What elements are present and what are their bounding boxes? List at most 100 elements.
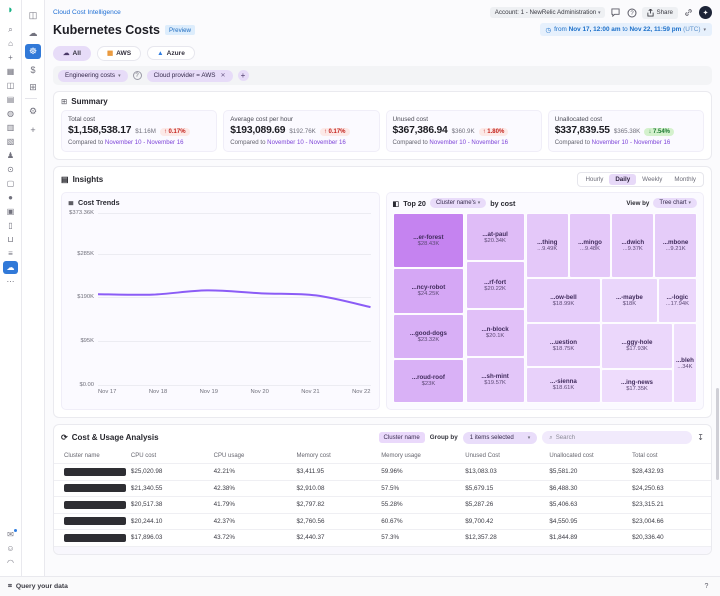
filter-help-icon[interactable]: ? xyxy=(132,71,142,80)
feedback-topbar-icon[interactable] xyxy=(610,7,621,18)
treemap-cell[interactable]: ...ncy-robot $24.25K xyxy=(392,267,465,315)
treemap-cell-name: ...rf-fort xyxy=(484,278,507,286)
treemap-cell[interactable]: ...-maybe $18K xyxy=(601,277,658,324)
treemap-cell[interactable]: ...sh-mint $19.57K xyxy=(465,356,525,403)
nav-cloud-icon[interactable]: ☁ xyxy=(3,261,18,274)
tab-all[interactable]: ☁ All xyxy=(53,45,91,61)
group-by-select[interactable]: 1 items selected ▾ xyxy=(462,431,538,444)
support-icon[interactable]: ◠ xyxy=(3,556,18,569)
granularity-monthly[interactable]: Monthly xyxy=(668,174,702,185)
ccm-cloud-sync-icon[interactable]: ☁ xyxy=(25,26,41,41)
compared-range-link[interactable]: November 10 - November 16 xyxy=(267,139,346,146)
top20-by-cost-label: by cost xyxy=(490,198,516,208)
ccm-overview-icon[interactable]: ◫ xyxy=(25,8,41,23)
table-row[interactable]: $21,340.55 42.38% $2,910.08 57.5% $5,679.15 $… xyxy=(54,479,711,496)
nav-more-icon[interactable]: ⋯ xyxy=(3,275,18,288)
newrelic-logo[interactable]: ◗ xyxy=(4,4,17,17)
page-scrollbar[interactable] xyxy=(716,388,719,480)
granularity-hourly[interactable]: Hourly xyxy=(579,174,609,185)
nav-infra-icon[interactable]: ≡ xyxy=(3,247,18,260)
invite-user-icon[interactable]: ☺ xyxy=(3,542,18,555)
query-your-data-button[interactable]: ⌗ Query your data xyxy=(8,583,68,591)
time-range-picker[interactable]: ◷ from Nov 17, 12:00 am to Nov 22, 11:59… xyxy=(539,23,712,36)
compared-range-link[interactable]: November 10 - November 16 xyxy=(592,139,671,146)
nav-file-icon[interactable]: ▥ xyxy=(3,121,18,134)
treemap-cell[interactable]: ...thing ...9.49K xyxy=(525,213,569,278)
treemap-cell[interactable]: ...ggy-hole $17.93K xyxy=(601,323,673,369)
column-header: CPU usage xyxy=(213,452,245,459)
treemap-cell-name: ...n-block xyxy=(481,326,509,334)
table-row[interactable]: $20,517.38 41.79% $2,797.82 55.28% $5,287.26… xyxy=(54,496,711,513)
treemap-cell[interactable]: ...n-block $20.1K xyxy=(465,309,525,357)
breadcrumb[interactable]: Cloud Cost Intelligence xyxy=(53,9,121,16)
table-search-input[interactable]: ⌕ Search xyxy=(542,431,693,444)
cost-trends-panel: ≣ Cost Trends $373.36K $285K $190K $95K $0.0… xyxy=(61,192,380,410)
table-cell: $5,581.20 xyxy=(549,468,578,476)
treemap-cell-name: ...sh-mint xyxy=(481,373,509,381)
treemap-cell[interactable]: ...ow-bell $18.99K xyxy=(525,277,602,324)
compared-range-link[interactable]: November 10 - November 16 xyxy=(429,139,508,146)
nav-globe-icon[interactable]: ◍ xyxy=(3,107,18,120)
granularity-daily[interactable]: Daily xyxy=(609,174,637,185)
nav-docs-icon[interactable]: ◫ xyxy=(3,79,18,92)
treemap-cell[interactable]: ...good-dogs $23.32K xyxy=(392,314,465,359)
remove-filter-icon[interactable]: ✕ xyxy=(220,72,225,79)
table-row[interactable]: $17,896.03 43.72% $2,440.37 57.3% $12,357.28… xyxy=(54,529,711,546)
nav-user-icon[interactable]: ♟ xyxy=(3,149,18,162)
granularity-weekly[interactable]: Weekly xyxy=(636,174,668,185)
summary-card-value: $367,386.94 xyxy=(392,125,448,136)
nav-workflows-icon[interactable]: ▧ xyxy=(3,135,18,148)
tab-aws[interactable]: ▦ AWS xyxy=(96,45,142,61)
query-bar: ⌗ Query your data ? xyxy=(0,576,720,596)
treemap-cell-name: ...at-paul xyxy=(482,230,508,238)
nav-package-icon[interactable]: ▢ xyxy=(3,177,18,190)
ccm-integrations-icon[interactable]: ⊞ xyxy=(25,80,41,95)
treemap-cell[interactable]: ...-sienna $18.61K xyxy=(525,366,602,403)
table-cell: 41.79% xyxy=(213,501,236,509)
account-switcher[interactable]: Account: 1 - NewRelic Administration ▾ xyxy=(489,7,606,18)
nav-home-icon[interactable]: ⌂ xyxy=(3,37,18,50)
help-icon[interactable]: ? xyxy=(626,7,637,18)
ai-assistant-button[interactable]: ✦ xyxy=(699,6,712,19)
treemap-cell[interactable]: ...uestion $18.75K xyxy=(525,323,602,367)
table-row[interactable]: $25,020.98 42.21% $3,411.95 59.96% $13,083.0… xyxy=(54,463,711,480)
nav-status-icon[interactable]: ● xyxy=(3,191,18,204)
treemap-cell[interactable]: ...dwich ...9.37K xyxy=(611,213,655,278)
nav-search-icon[interactable]: ⌕ xyxy=(3,23,18,36)
nav-browser-icon[interactable]: ▣ xyxy=(3,205,18,218)
footer-help-icon[interactable]: ? xyxy=(701,581,712,592)
share-button[interactable]: Share xyxy=(642,6,678,19)
ccm-kubernetes-costs-icon[interactable]: ☸ xyxy=(25,44,41,59)
ccm-settings-icon[interactable]: ⚙ xyxy=(25,104,41,119)
nav-inbox-icon[interactable]: ⊔ xyxy=(3,233,18,246)
treemap-cell[interactable]: ...ing-news $17.35K xyxy=(601,368,673,403)
treemap-cell[interactable]: ...at-paul $20.34K xyxy=(465,213,525,262)
ccm-add-icon[interactable]: + xyxy=(25,122,41,137)
nav-mobile-icon[interactable]: ▯ xyxy=(3,219,18,232)
treemap-cell[interactable]: ...mingo ...9.48K xyxy=(568,213,612,278)
treemap-cell[interactable]: ...mbone ...9.21K xyxy=(654,213,697,278)
treemap-cell[interactable]: ...bleh ...34K xyxy=(672,323,697,403)
treemap-cell[interactable]: ...-logic ...17.94K xyxy=(657,277,697,324)
top20-dimension-dropdown[interactable]: Cluster name's ▾ xyxy=(429,198,487,208)
ccm-costs-icon[interactable]: $ xyxy=(25,62,41,77)
treemap-cell[interactable]: ...er-forest $28.43K xyxy=(392,213,465,268)
add-filter-button[interactable]: + xyxy=(237,70,249,81)
nav-apps-icon[interactable]: ▦ xyxy=(3,65,18,78)
table-row[interactable]: $20,244.10 42.37% $2,760.56 60.67% $9,700.42… xyxy=(54,512,711,529)
nav-alerts-icon[interactable]: ⊙ xyxy=(3,163,18,176)
copy-link-icon[interactable] xyxy=(683,7,694,18)
table-cell: $1,844.89 xyxy=(549,534,578,542)
download-icon[interactable]: ↧ xyxy=(697,433,704,442)
nav-dashboards-icon[interactable]: ▤ xyxy=(3,93,18,106)
summary-section: ⊞ Summary Total cost $1,158,538.17 $1.16M ↑… xyxy=(53,91,712,160)
view-mode-dropdown[interactable]: Tree chart ▾ xyxy=(653,198,697,208)
nav-add-icon[interactable]: + xyxy=(3,51,18,64)
filter-chip-cloud-provider[interactable]: Cloud provider = AWS ✕ xyxy=(146,69,233,82)
compared-range-link[interactable]: November 10 - November 16 xyxy=(105,139,184,146)
treemap-cell[interactable]: ...rf-fort $20.22K xyxy=(465,261,525,310)
tab-azure[interactable]: ▲ Azure xyxy=(147,46,195,60)
treemap-cell[interactable]: ...roud-roof $23K xyxy=(392,358,465,403)
filter-scope-dropdown[interactable]: Engineering costs ▾ xyxy=(58,69,128,82)
feedback-icon[interactable]: ✉ xyxy=(3,528,18,541)
